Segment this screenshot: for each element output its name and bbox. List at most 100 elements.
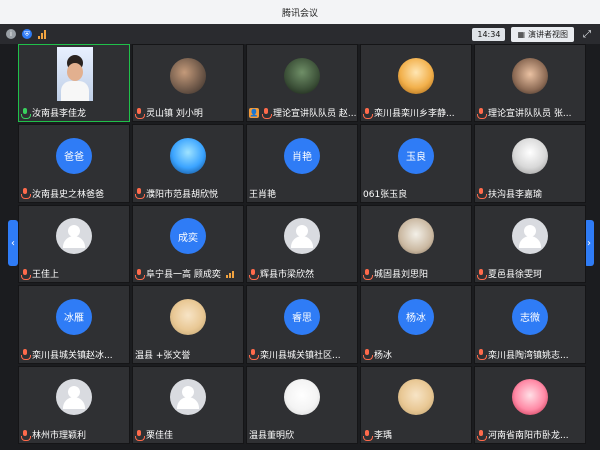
participant-label: 👤 理论宣讲队队员 赵... [249,106,356,119]
participant-tile[interactable]: 林州市理颖利 [18,365,130,444]
participant-label: 王佳上 [21,267,59,280]
participant-label: 061张玉良 [363,187,407,200]
participant-name: 汝南县史之林爸爸 [32,189,105,200]
mic-off-icon [363,429,373,441]
participant-tile[interactable]: 栾川县栾川乡李静... [360,44,472,123]
participant-label: 理论宣讲队队员 张... [477,106,571,119]
meeting-toolbar: i ⛨ 14:34 ▦ 演讲者视图 ⤢ [0,24,600,44]
participant-tile[interactable]: 玉良 061张玉良 [360,124,472,203]
profile-photo [398,57,434,94]
participant-name: 濮阳市范县胡欣悦 [146,189,219,200]
participant-tile[interactable]: 👤 理论宣讲队队员 赵... [246,44,358,123]
profile-photo [170,298,206,335]
participant-label: 汝南县李佳龙 [21,106,86,119]
participant-tile[interactable]: 志微 栾川县陶湾镇姚志... [474,285,586,364]
participant-name: 王佳上 [32,270,60,281]
participant-tile[interactable]: 濮阳市范县胡欣悦 [132,124,244,203]
default-avatar-icon [512,218,548,255]
participant-name: 杨冰 [374,350,393,361]
profile-photo [512,379,548,416]
participant-label: 栾川县栾川乡李静... [363,106,455,119]
initials-avatar: 冰雁 [56,298,92,335]
profile-photo [512,57,548,94]
network-signal-icon [225,270,234,278]
signal-icon[interactable] [38,29,46,39]
participant-tile[interactable]: 肖艳 王肖艳 [246,124,358,203]
participant-label: 栾川县陶湾镇姚志... [477,348,569,361]
participant-shirt [61,81,89,101]
participant-label: 王肖艳 [249,187,276,200]
participant-tile[interactable]: 王佳上 [18,204,130,284]
participant-label: 李瑀 [363,428,392,441]
participant-name: 扶沟县李嘉瑜 [488,189,543,200]
toolbar-right: 14:34 ▦ 演讲者视图 ⤢ [472,26,600,42]
participant-name: 温县董明欣 [249,431,295,441]
initials-avatar: 志微 [512,298,548,335]
participant-label: 河南省南阳市卧龙... [477,428,569,441]
participant-face [67,63,83,81]
participant-tile[interactable]: 爸爸 汝南县史之林爸爸 [18,124,130,203]
participant-name: 栾川县陶湾镇姚志... [488,350,569,361]
initials-avatar: 成奕 [170,218,206,255]
presenter-view-button[interactable]: ▦ 演讲者视图 [511,26,574,42]
default-avatar-icon [170,379,206,416]
mic-off-icon [21,429,31,441]
shield-icon[interactable]: ⛨ [22,29,32,39]
fullscreen-icon[interactable]: ⤢ [580,27,594,41]
participant-label: 栾川县城关镇社区... [249,348,341,361]
prev-page-button[interactable]: ‹ [8,220,18,266]
participant-name: 理论宣讲队队员 张... [488,109,572,120]
participant-tile[interactable]: 汝南县李佳龙 [18,44,130,123]
participant-tile[interactable]: 温县 +张文誉 [132,285,244,364]
participant-name: 理论宣讲队队员 赵... [273,109,357,120]
mic-off-icon [477,107,487,119]
grid-icon: ▦ [517,29,525,39]
default-avatar-icon [284,218,320,255]
participant-tile[interactable]: 栗佳佳 [132,365,244,444]
participant-tile[interactable]: 冰雁 栾川县城关镇赵冰... [18,285,130,364]
mic-off-icon [249,349,259,361]
profile-photo [170,57,206,94]
participant-label: 温县董明欣 [249,428,294,441]
participant-name: 汝南县李佳龙 [32,109,87,120]
participant-tile[interactable]: 理论宣讲队队员 张... [474,44,586,123]
participant-tile[interactable]: 杨冰 杨冰 [360,285,472,364]
participant-tile[interactable]: 李瑀 [360,365,472,444]
participant-name: 王肖艳 [249,189,277,200]
default-avatar-icon [56,379,92,416]
participant-tile[interactable]: 城固县刘思阳 [360,204,472,284]
participant-tile[interactable]: 睿思 栾川县城关镇社区... [246,285,358,364]
meeting-time: 14:34 [472,27,506,41]
participant-name: 栾川县栾川乡李静... [374,109,455,120]
participant-tile[interactable]: 成奕 阜宁县一高 顾成奕 [132,204,244,284]
initials-avatar: 睿思 [284,298,320,335]
window-title: 腾讯会议 [281,8,318,19]
initials-avatar: 肖艳 [284,137,320,174]
mic-off-icon [262,107,272,119]
toolbar-left-icons: i ⛨ [0,29,46,39]
participant-tile[interactable]: 河南省南阳市卧龙... [474,365,586,444]
participant-tile[interactable]: 温县董明欣 [246,365,358,444]
mic-off-icon [135,268,145,280]
initials-avatar: 爸爸 [56,137,92,174]
mic-off-icon [21,349,31,361]
participant-name: 辉县市梁欣然 [260,270,315,281]
participant-name: 栗佳佳 [146,431,174,441]
mic-off-icon [363,268,373,280]
participant-name: 灵山镇 刘小明 [146,109,203,120]
mic-off-icon [21,188,31,200]
participant-tile[interactable]: 夏邑县徐雯珂 [474,204,586,284]
presenter-view-label: 演讲者视图 [528,29,568,39]
participant-tile[interactable]: 灵山镇 刘小明 [132,44,244,123]
profile-photo [398,218,434,255]
info-icon[interactable]: i [6,29,16,39]
participant-name: 阜宁县一高 顾成奕 [146,270,221,281]
profile-photo [512,137,548,174]
participant-tile[interactable]: 扶沟县李嘉瑜 [474,124,586,203]
participant-label: 杨冰 [363,348,392,361]
profile-photo [398,379,434,416]
participant-label: 辉县市梁欣然 [249,267,314,280]
participant-tile[interactable]: 辉县市梁欣然 [246,204,358,284]
participant-name: 李瑀 [374,431,393,441]
mic-off-icon [477,268,487,280]
